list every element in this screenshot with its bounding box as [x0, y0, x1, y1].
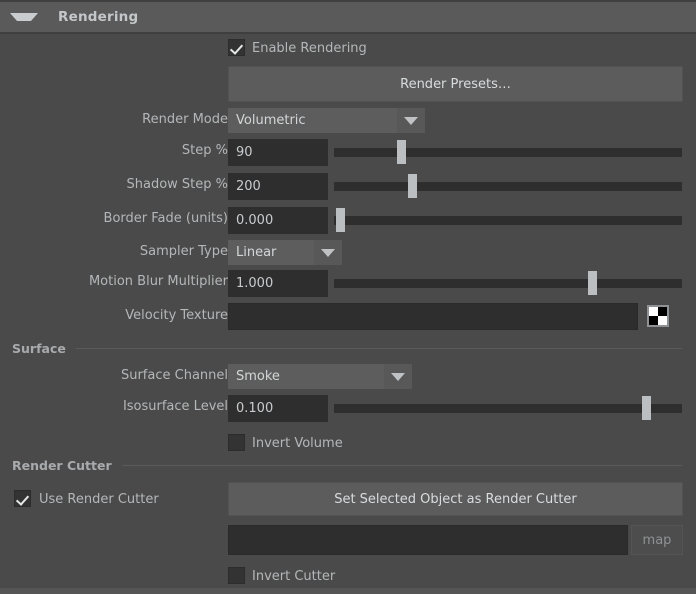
render-mode-value: Volumetric — [228, 108, 397, 133]
render-cutter-section-header: Render Cutter — [0, 455, 696, 475]
chevron-down-icon[interactable] — [314, 240, 342, 265]
row-shadow-step-percent: Shadow Step % 200 — [0, 171, 696, 200]
use-render-cutter-label: Use Render Cutter — [39, 491, 159, 507]
surface-section-header: Surface — [0, 338, 696, 358]
slider-track — [334, 216, 682, 225]
row-cutter-field: map — [0, 525, 696, 555]
slider-track — [334, 182, 682, 191]
step-percent-label: Step % — [181, 143, 228, 158]
section-divider — [121, 464, 682, 466]
slider-handle[interactable] — [642, 396, 651, 420]
row-surface-channel: Surface Channel Smoke — [0, 362, 696, 390]
border-fade-input[interactable]: 0.000 — [228, 207, 328, 234]
chevron-down-icon[interactable] — [384, 364, 412, 389]
surface-section-title: Surface — [12, 340, 66, 356]
motion-blur-multiplier-input[interactable]: 1.000 — [228, 270, 328, 297]
isosurface-level-input[interactable]: 0.100 — [228, 395, 328, 422]
invert-cutter-checkbox[interactable] — [228, 567, 245, 584]
surface-channel-value: Smoke — [228, 364, 384, 389]
shadow-step-percent-slider[interactable] — [334, 174, 682, 198]
slider-handle[interactable] — [336, 208, 345, 232]
isosurface-level-slider[interactable] — [334, 396, 682, 420]
chevron-down-icon[interactable] — [397, 108, 425, 133]
checkerboard-swatch-icon[interactable] — [647, 305, 669, 327]
step-percent-input[interactable]: 90 — [228, 139, 328, 166]
enable-rendering-checkbox[interactable] — [228, 39, 245, 56]
render-mode-label: Render Mode — [142, 112, 228, 127]
triangle-down-icon[interactable] — [10, 13, 38, 21]
row-invert-cutter: Invert Cutter — [0, 562, 696, 590]
panel-header[interactable]: Rendering — [0, 2, 696, 32]
render-cutter-section-title: Render Cutter — [12, 457, 112, 473]
velocity-texture-input[interactable] — [228, 303, 638, 330]
panel-bottom-bar — [0, 588, 696, 594]
motion-blur-multiplier-slider[interactable] — [334, 271, 682, 295]
row-motion-blur-multiplier: Motion Blur Multiplier 1.000 — [0, 268, 696, 297]
panel-body: Enable Rendering Render Presets… Render … — [0, 34, 696, 588]
section-divider — [75, 347, 682, 349]
velocity-texture-label: Velocity Texture — [125, 308, 228, 323]
invert-volume-label: Invert Volume — [252, 435, 343, 451]
slider-handle[interactable] — [397, 140, 406, 164]
border-fade-slider[interactable] — [334, 208, 682, 232]
rendering-panel: Rendering Enable Rendering Render Preset… — [0, 0, 696, 594]
slider-handle[interactable] — [588, 271, 597, 295]
row-enable-rendering: Enable Rendering — [0, 34, 696, 62]
isosurface-level-label: Isosurface Level — [122, 399, 228, 414]
border-fade-label: Border Fade (units) — [103, 211, 228, 226]
motion-blur-multiplier-label: Motion Blur Multiplier — [88, 274, 228, 289]
slider-track — [334, 279, 682, 288]
row-isosurface-level: Isosurface Level 0.100 — [0, 393, 696, 422]
shadow-step-percent-input[interactable]: 200 — [228, 173, 328, 200]
use-render-cutter-checkbox[interactable] — [14, 490, 31, 507]
sampler-type-dropdown[interactable]: Linear — [228, 240, 342, 265]
row-use-render-cutter: Use Render Cutter Set Selected Object as… — [0, 481, 696, 517]
page-title: Rendering — [58, 9, 139, 25]
enable-rendering-label: Enable Rendering — [252, 40, 367, 56]
shadow-step-percent-label: Shadow Step % — [126, 177, 228, 192]
row-step-percent: Step % 90 — [0, 137, 696, 166]
row-sampler-type: Sampler Type Linear — [0, 238, 696, 266]
row-render-mode: Render Mode Volumetric — [0, 106, 696, 134]
invert-cutter-label: Invert Cutter — [252, 568, 336, 584]
render-mode-dropdown[interactable]: Volumetric — [228, 108, 425, 133]
row-border-fade: Border Fade (units) 0.000 — [0, 205, 696, 234]
slider-handle[interactable] — [408, 174, 417, 198]
surface-channel-dropdown[interactable]: Smoke — [228, 364, 412, 389]
sampler-type-value: Linear — [228, 240, 314, 265]
step-percent-slider[interactable] — [334, 140, 682, 164]
row-invert-volume: Invert Volume — [0, 429, 696, 457]
slider-track — [334, 404, 682, 413]
render-presets-button[interactable]: Render Presets… — [228, 66, 683, 102]
slider-track — [334, 148, 682, 157]
surface-channel-label: Surface Channel — [120, 368, 228, 383]
cutter-object-input[interactable] — [228, 525, 628, 555]
invert-volume-checkbox[interactable] — [228, 434, 245, 451]
map-button[interactable]: map — [631, 525, 683, 555]
row-velocity-texture: Velocity Texture — [0, 302, 696, 330]
sampler-type-label: Sampler Type — [139, 244, 228, 259]
set-selected-object-as-render-cutter-button[interactable]: Set Selected Object as Render Cutter — [228, 482, 683, 516]
